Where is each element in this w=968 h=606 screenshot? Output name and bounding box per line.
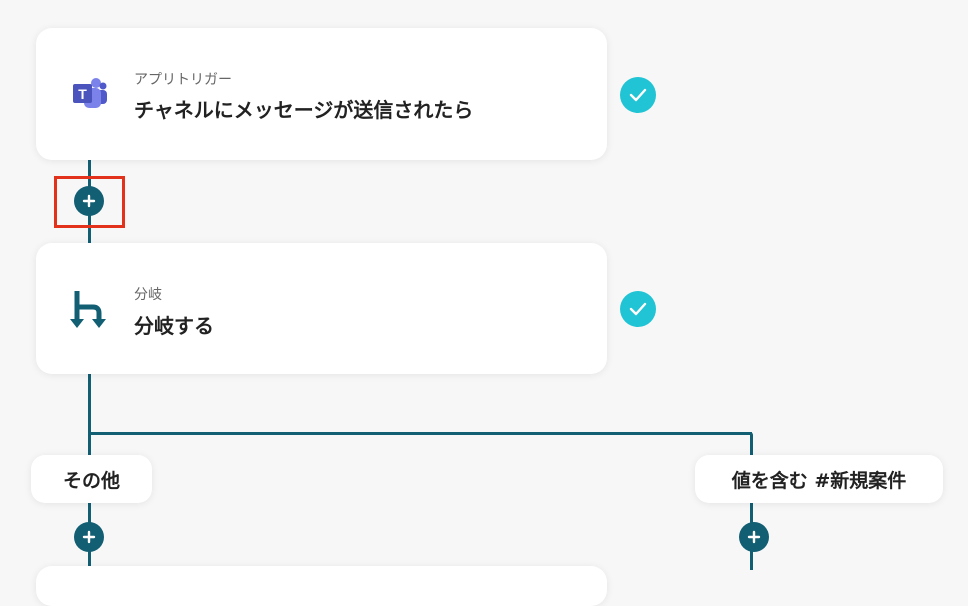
check-icon xyxy=(620,291,656,327)
branch-label-contains-value[interactable]: 値を含む #新規案件 xyxy=(695,455,943,503)
add-step-button[interactable] xyxy=(74,186,104,216)
check-icon xyxy=(620,77,656,113)
plus-icon xyxy=(82,530,96,544)
svg-text:T: T xyxy=(78,86,87,102)
branch-step-subtitle: 分岐 xyxy=(134,287,162,303)
add-step-button-contains-branch[interactable] xyxy=(739,522,769,552)
add-step-button-other-branch[interactable] xyxy=(74,522,104,552)
branch-label-other[interactable]: その他 xyxy=(31,455,152,503)
branch-step-title: 分岐する xyxy=(134,314,214,338)
teams-icon: T xyxy=(68,73,110,115)
branch-step-card[interactable]: 分岐 分岐する xyxy=(36,243,607,374)
trigger-step-title: チャネルにメッセージが送信されたら xyxy=(134,98,474,122)
plus-icon xyxy=(747,530,761,544)
plus-icon xyxy=(82,194,96,208)
next-step-card-partial[interactable] xyxy=(36,566,607,606)
trigger-step-card[interactable]: T アプリトリガー チャネルにメッセージが送信されたら xyxy=(36,28,607,160)
trigger-step-subtitle: アプリトリガー xyxy=(134,72,232,88)
branch-icon xyxy=(68,289,110,331)
connector-line-branch-horizontal xyxy=(88,432,752,435)
